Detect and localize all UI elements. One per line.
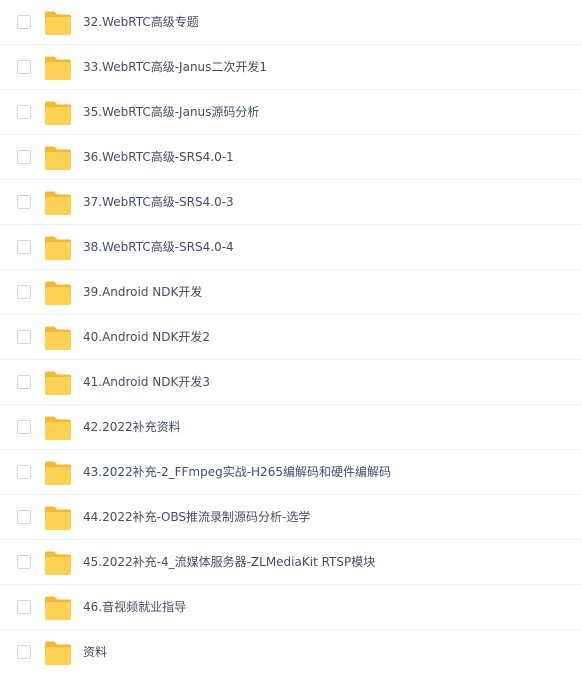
- folder-icon: [44, 190, 72, 216]
- row-checkbox[interactable]: [17, 195, 31, 209]
- list-item[interactable]: 46.音视频就业指导: [0, 585, 582, 630]
- list-item[interactable]: 44.2022补充-OBS推流录制源码分析-选学: [0, 495, 582, 540]
- row-checkbox[interactable]: [17, 285, 31, 299]
- list-item[interactable]: 32.WebRTC高级专题: [0, 0, 582, 45]
- folder-icon: [44, 325, 72, 351]
- folder-icon: [44, 370, 72, 396]
- row-checkbox[interactable]: [17, 555, 31, 569]
- list-item[interactable]: 35.WebRTC高级-Janus源码分析: [0, 90, 582, 135]
- folder-name[interactable]: 38.WebRTC高级-SRS4.0-4: [83, 225, 234, 270]
- row-checkbox[interactable]: [17, 60, 31, 74]
- folder-icon: [44, 145, 72, 171]
- list-item[interactable]: 37.WebRTC高级-SRS4.0-3: [0, 180, 582, 225]
- folder-name[interactable]: 33.WebRTC高级-Janus二次开发1: [83, 45, 267, 90]
- folder-icon: [44, 280, 72, 306]
- row-checkbox[interactable]: [17, 330, 31, 344]
- row-checkbox[interactable]: [17, 105, 31, 119]
- folder-name[interactable]: 43.2022补充-2_FFmpeg实战-H265编解码和硬件编解码: [83, 450, 391, 495]
- row-checkbox[interactable]: [17, 465, 31, 479]
- folder-icon: [44, 460, 72, 486]
- folder-name[interactable]: 35.WebRTC高级-Janus源码分析: [83, 90, 259, 135]
- row-checkbox[interactable]: [17, 510, 31, 524]
- folder-name[interactable]: 32.WebRTC高级专题: [83, 0, 199, 45]
- folder-icon: [44, 235, 72, 261]
- row-checkbox[interactable]: [17, 645, 31, 659]
- row-checkbox[interactable]: [17, 420, 31, 434]
- row-checkbox[interactable]: [17, 15, 31, 29]
- folder-icon: [44, 640, 72, 666]
- folder-icon: [44, 505, 72, 531]
- list-item[interactable]: 36.WebRTC高级-SRS4.0-1: [0, 135, 582, 180]
- list-item[interactable]: 38.WebRTC高级-SRS4.0-4: [0, 225, 582, 270]
- folder-name[interactable]: 资料: [83, 630, 107, 675]
- folder-icon: [44, 10, 72, 36]
- list-item[interactable]: 资料: [0, 630, 582, 675]
- folder-icon: [44, 55, 72, 81]
- folder-name[interactable]: 41.Android NDK开发3: [83, 360, 210, 405]
- file-list: 32.WebRTC高级专题 33.WebRTC高级-Janus二次开发1 35.…: [0, 0, 582, 675]
- list-item[interactable]: 43.2022补充-2_FFmpeg实战-H265编解码和硬件编解码: [0, 450, 582, 495]
- folder-name[interactable]: 42.2022补充资料: [83, 405, 181, 450]
- folder-icon: [44, 550, 72, 576]
- list-item[interactable]: 42.2022补充资料: [0, 405, 582, 450]
- folder-name[interactable]: 37.WebRTC高级-SRS4.0-3: [83, 180, 234, 225]
- folder-icon: [44, 415, 72, 441]
- folder-icon: [44, 595, 72, 621]
- folder-icon: [44, 100, 72, 126]
- list-item[interactable]: 40.Android NDK开发2: [0, 315, 582, 360]
- row-checkbox[interactable]: [17, 150, 31, 164]
- folder-name[interactable]: 46.音视频就业指导: [83, 585, 186, 630]
- folder-name[interactable]: 36.WebRTC高级-SRS4.0-1: [83, 135, 234, 180]
- folder-name[interactable]: 45.2022补充-4_流媒体服务器-ZLMediaKit RTSP模块: [83, 540, 375, 585]
- folder-name[interactable]: 40.Android NDK开发2: [83, 315, 210, 360]
- row-checkbox[interactable]: [17, 600, 31, 614]
- folder-name[interactable]: 44.2022补充-OBS推流录制源码分析-选学: [83, 495, 310, 540]
- list-item[interactable]: 45.2022补充-4_流媒体服务器-ZLMediaKit RTSP模块: [0, 540, 582, 585]
- list-item[interactable]: 41.Android NDK开发3: [0, 360, 582, 405]
- folder-name[interactable]: 39.Android NDK开发: [83, 270, 202, 315]
- list-item[interactable]: 39.Android NDK开发: [0, 270, 582, 315]
- row-checkbox[interactable]: [17, 240, 31, 254]
- row-checkbox[interactable]: [17, 375, 31, 389]
- list-item[interactable]: 33.WebRTC高级-Janus二次开发1: [0, 45, 582, 90]
